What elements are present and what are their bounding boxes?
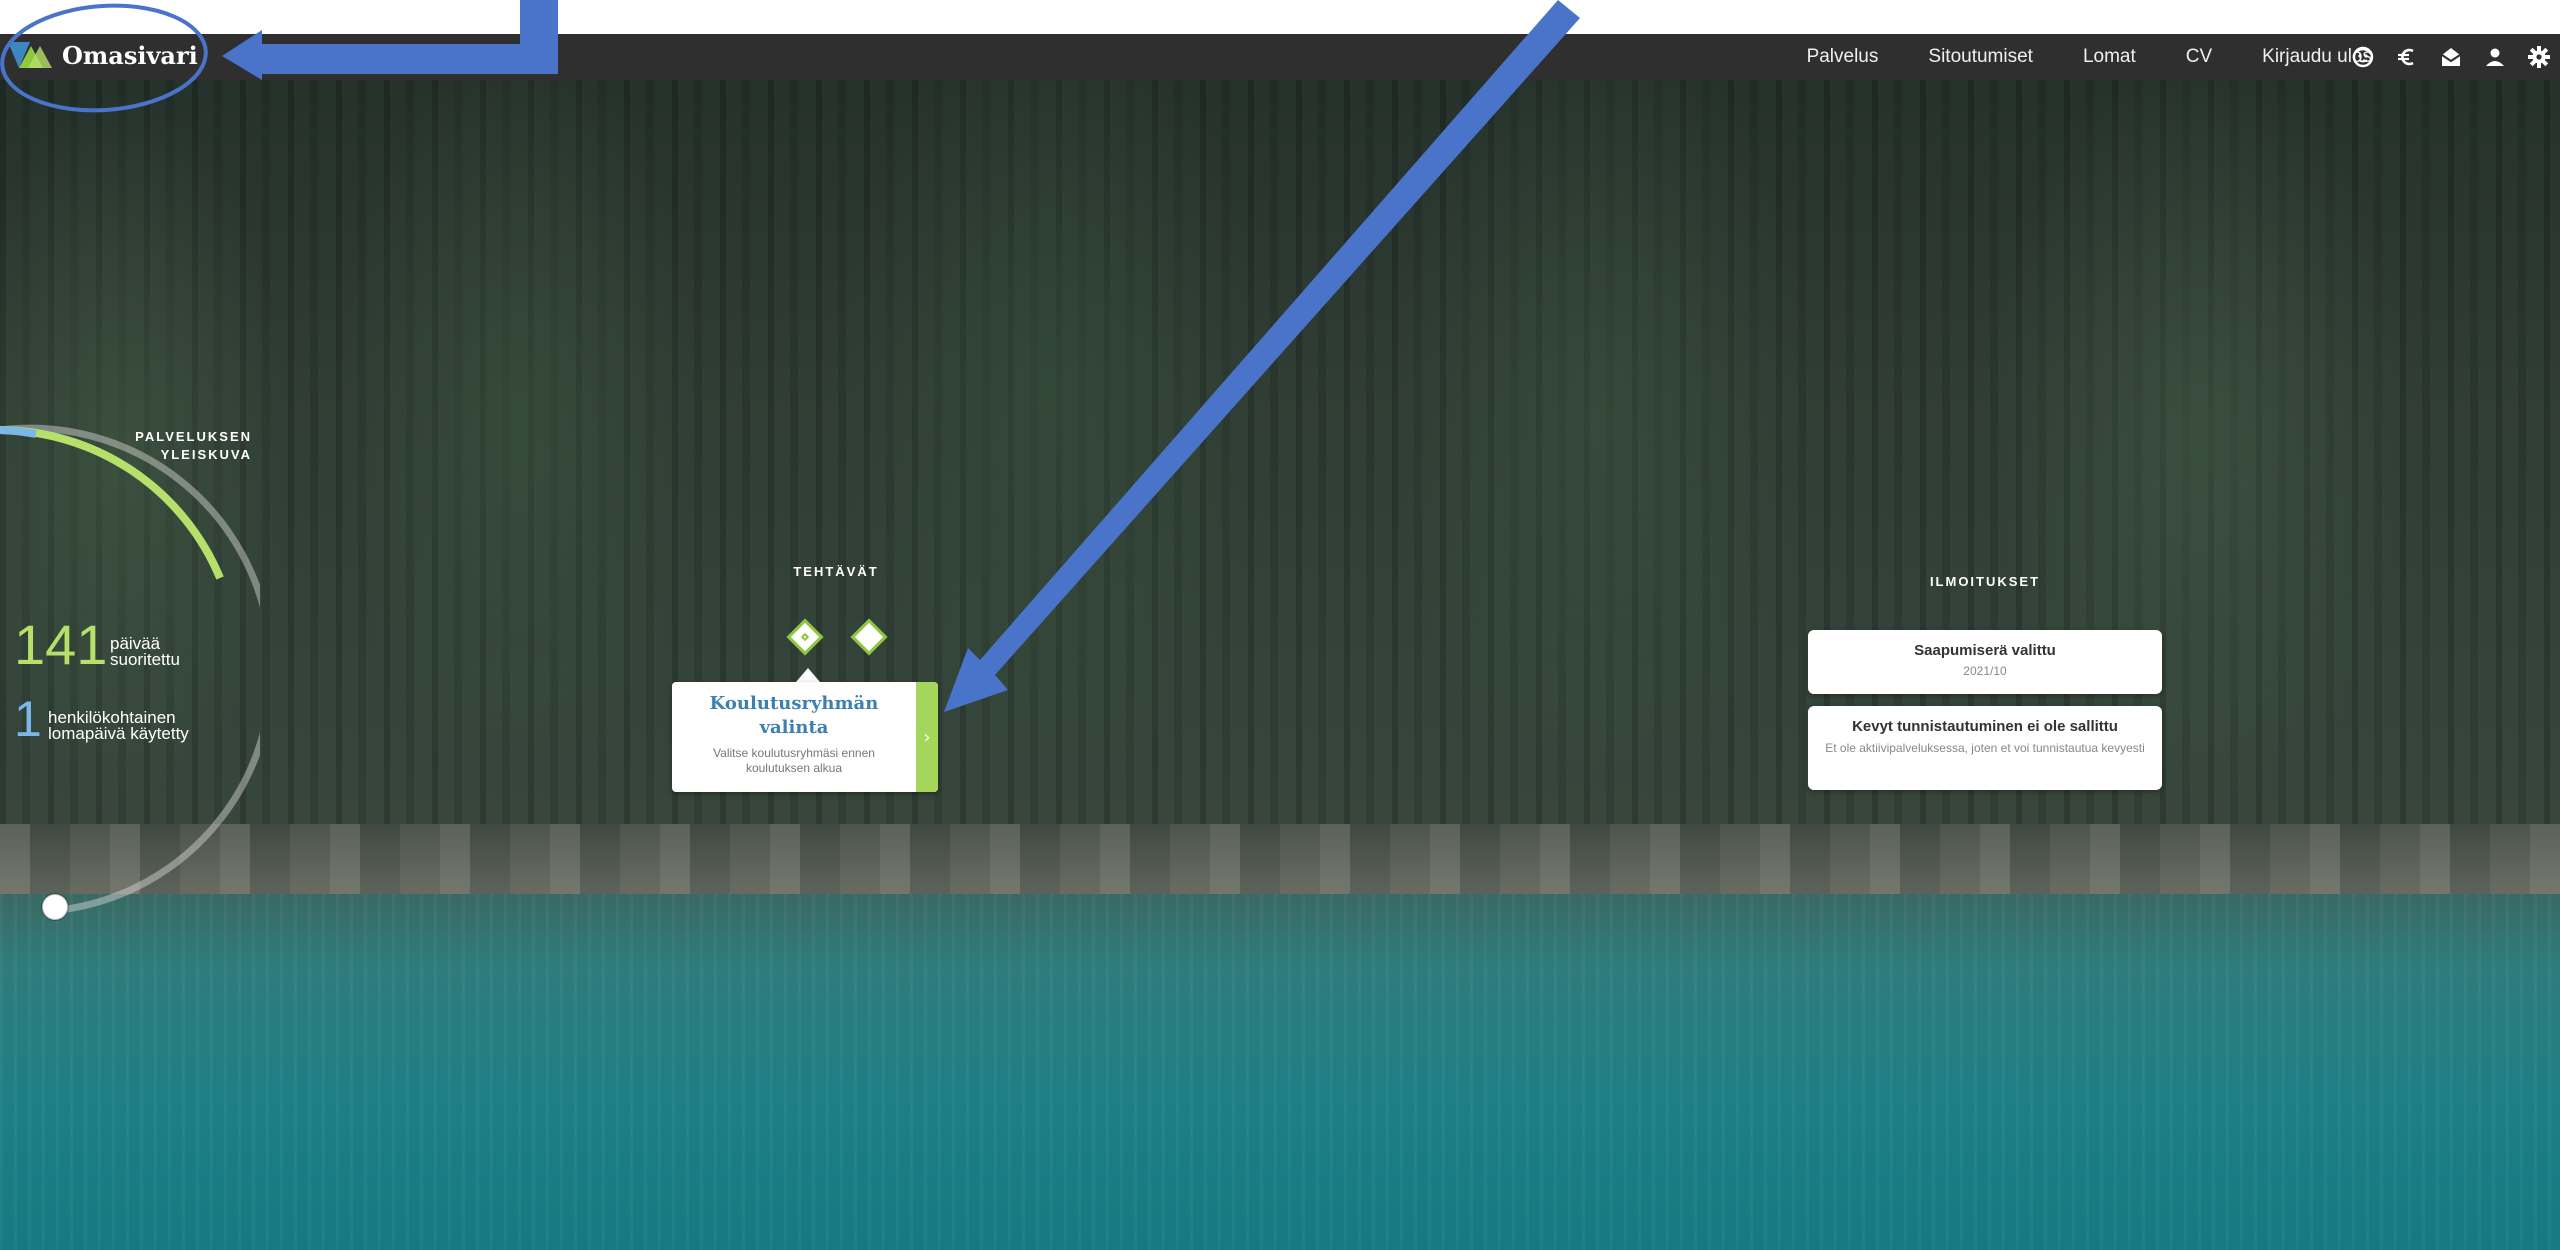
background-scene — [0, 34, 2560, 1250]
notification-text: Et ole aktiivipalveluksessa, joten et vo… — [1825, 741, 2145, 755]
task-card-text: Valitse koulutusryhmäsi ennen koulutukse… — [713, 746, 875, 775]
user-icon[interactable] — [2482, 44, 2508, 70]
brand-logo-link[interactable]: Omasivari — [8, 40, 198, 70]
top-navigation-bar: Omasivari Palvelus Sitoutumiset Lomat CV… — [0, 34, 2560, 80]
task-marker-dot — [800, 632, 810, 642]
days-done-value: 141 — [14, 613, 108, 676]
task-card-open-button[interactable]: › — [916, 682, 938, 792]
brand-name: Omasivari — [62, 40, 198, 70]
forest-background — [0, 34, 2560, 894]
gear-icon[interactable] — [2526, 44, 2552, 70]
nav-item-lomat[interactable]: Lomat — [2083, 46, 2136, 68]
task-card[interactable]: Koulutusryhmän valinta Valitse koulutusr… — [672, 682, 938, 792]
task-card-pointer — [796, 668, 820, 682]
notification-item[interactable]: Kevyt tunnistautuminen ei ole sallittu E… — [1808, 706, 2162, 790]
leave-used-label: henkilökohtainen lomapäivä käytetty — [48, 708, 189, 743]
header-icons — [2350, 34, 2552, 80]
tasks-title: TEHTÄVÄT — [793, 564, 879, 579]
notifications-title: ILMOITUKSET — [1929, 574, 2041, 589]
envelope-icon[interactable] — [2438, 44, 2464, 70]
euro-icon[interactable] — [2394, 44, 2420, 70]
days-done-label: päivää suoritettu — [110, 634, 180, 669]
notification-item[interactable]: Saapumiserä valittu 2021/10 — [1808, 630, 2162, 694]
task-card-heading: Koulutusryhmän valinta — [709, 693, 879, 738]
gauge-handle — [41, 893, 69, 921]
notification-text: 2021/10 — [1963, 664, 2007, 678]
nav-item-cv[interactable]: CV — [2186, 46, 2212, 68]
leave-used-value: 1 — [14, 691, 42, 747]
face-icon[interactable] — [2350, 44, 2376, 70]
notification-title: Saapumiserä valittu — [1914, 642, 2056, 659]
nav-item-sitoutumiset[interactable]: Sitoutumiset — [1928, 46, 2033, 68]
nav-item-palvelus[interactable]: Palvelus — [1807, 46, 1879, 68]
overview-title: PALVELUKSEN YLEISKUVA — [135, 429, 252, 462]
main-nav: Palvelus Sitoutumiset Lomat CV Kirjaudu … — [1807, 34, 2372, 80]
notification-title: Kevyt tunnistautuminen ei ole sallittu — [1852, 718, 2118, 735]
chevron-right-icon: › — [923, 726, 931, 748]
lake-background — [0, 894, 2560, 1250]
logo-icon — [8, 42, 52, 68]
